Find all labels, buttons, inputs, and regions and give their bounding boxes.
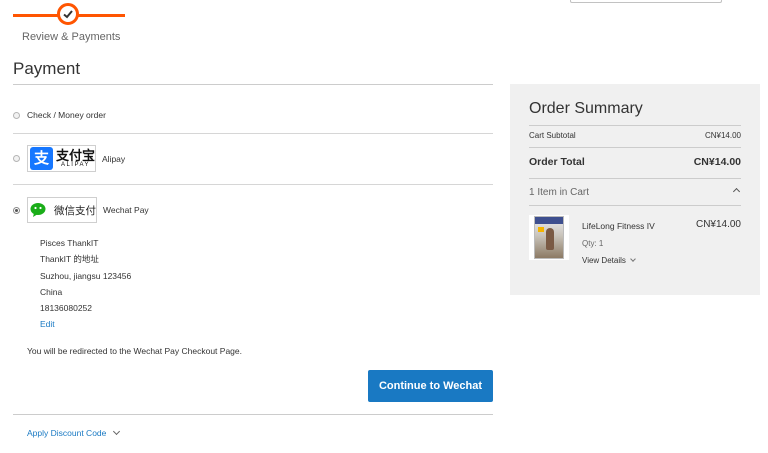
check-icon <box>63 10 73 19</box>
summary-divider <box>529 205 741 206</box>
redirect-note: You will be redirected to the Wechat Pay… <box>27 346 242 356</box>
order-total-value: CN¥14.00 <box>693 156 741 168</box>
product-price: CN¥14.00 <box>695 219 741 230</box>
radio-alipay[interactable] <box>13 155 20 162</box>
alipay-icon: 支 <box>30 147 53 170</box>
billing-address: Pisces ThankIT ThankIT 的地址 Suzhou, jiang… <box>40 238 131 336</box>
summary-divider <box>529 147 741 148</box>
address-name: Pisces ThankIT <box>40 238 99 248</box>
method-divider <box>13 184 493 185</box>
progress-step-label: Review & Payments <box>22 31 121 43</box>
chevron-down-icon <box>113 427 121 436</box>
cart-subtotal-value: CN¥14.00 <box>704 131 741 140</box>
payment-method-checkmo[interactable]: Check / Money order <box>13 110 493 120</box>
discount-divider <box>13 414 493 415</box>
apply-discount-label: Apply Discount Code <box>27 428 107 438</box>
address-phone: 18136080252 <box>40 303 93 314</box>
search-input[interactable] <box>570 0 722 3</box>
address-country: China <box>40 286 63 297</box>
page-title: Payment <box>13 59 81 78</box>
wechat-pay-logo-text: 微信支付 <box>54 204 96 217</box>
apply-discount-toggle[interactable]: Apply Discount Code <box>27 427 121 438</box>
progress-step-marker <box>57 3 79 25</box>
wechat-pay-logo: 微信支付 <box>27 197 97 223</box>
payment-method-wechat[interactable]: 微信支付 Wechat Pay <box>13 197 493 223</box>
wechat-icon <box>30 203 46 217</box>
edit-address-link[interactable]: Edit <box>40 319 131 335</box>
view-details-toggle[interactable]: View Details <box>582 256 636 265</box>
cart-subtotal-label: Cart Subtotal <box>529 131 576 140</box>
title-divider <box>13 84 493 85</box>
payment-method-label: Wechat Pay <box>103 205 149 215</box>
payment-method-label: Check / Money order <box>27 110 106 120</box>
chevron-up-icon[interactable] <box>732 187 741 196</box>
method-divider <box>13 133 493 134</box>
summary-divider <box>529 178 741 179</box>
alipay-logo: 支 支付宝 ALIPAY <box>27 145 96 172</box>
product-thumbnail[interactable] <box>529 215 569 260</box>
product-name: LifeLong Fitness IV <box>582 221 655 231</box>
radio-checkmo[interactable] <box>13 111 20 119</box>
product-qty: Qty: 1 <box>582 239 604 248</box>
order-total-label: Order Total <box>529 156 585 168</box>
address-city: Suzhou, jiangsu 123456 <box>40 270 132 281</box>
radio-wechat[interactable] <box>13 206 20 214</box>
order-summary: Order Summary Cart Subtotal CN¥14.00 Ord… <box>510 84 760 295</box>
alipay-logo-text: 支付宝 <box>56 147 96 163</box>
payment-method-label: Alipay <box>102 153 126 164</box>
items-in-cart-toggle[interactable]: 1 Item in Cart <box>529 187 589 198</box>
payment-method-alipay[interactable]: 支 支付宝 ALIPAY Alipay <box>13 145 493 172</box>
view-details-label: View Details <box>582 256 626 265</box>
chevron-down-icon <box>630 256 636 262</box>
order-summary-title: Order Summary <box>529 100 643 117</box>
address-street: ThankIT 的地址 <box>40 254 99 265</box>
summary-divider <box>529 125 741 126</box>
alipay-logo-subtext: ALIPAY <box>60 161 91 168</box>
continue-to-wechat-button[interactable]: Continue to Wechat <box>368 370 493 402</box>
